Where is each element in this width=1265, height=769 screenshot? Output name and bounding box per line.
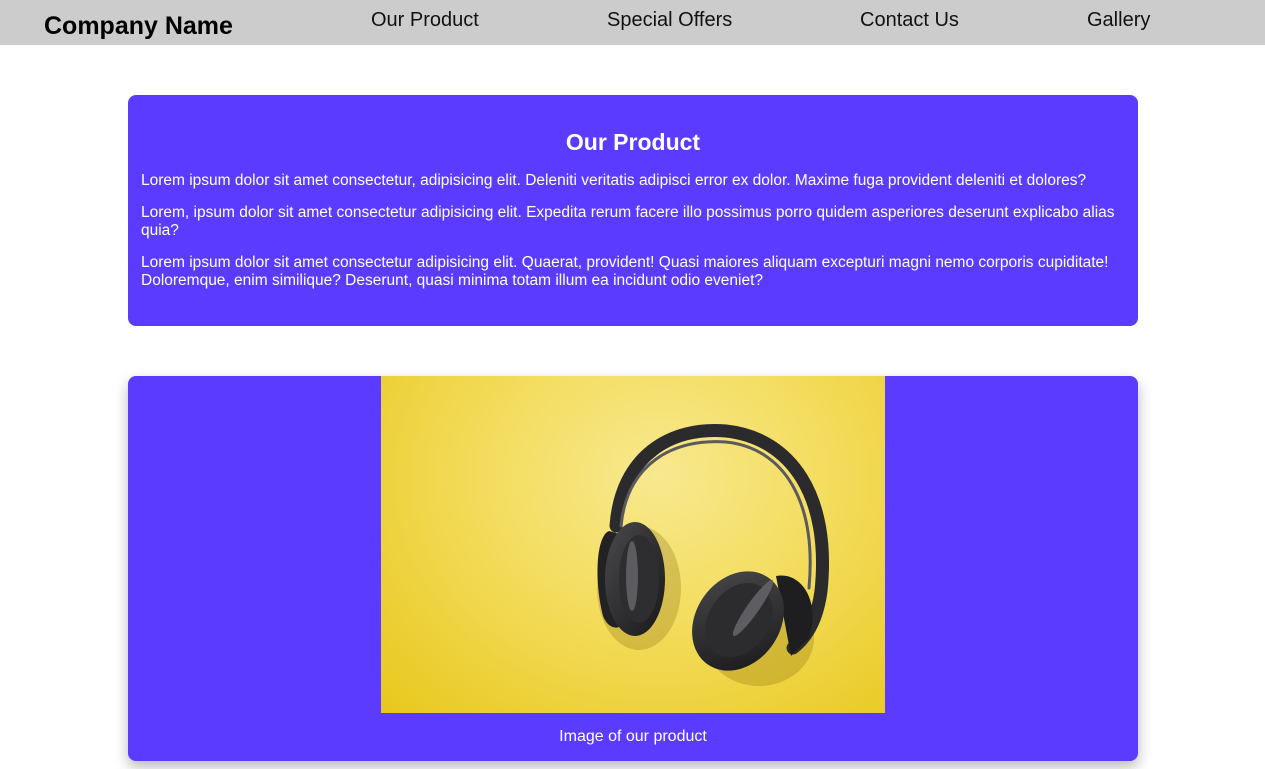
nav-link-gallery[interactable]: Gallery bbox=[1087, 7, 1150, 33]
navbar: Company Name Our Product Special Offers … bbox=[0, 0, 1265, 45]
product-image bbox=[381, 376, 885, 713]
nav-link-special-offers[interactable]: Special Offers bbox=[607, 7, 732, 33]
section-title: Our Product bbox=[565, 129, 701, 155]
nav-link-our-product[interactable]: Our Product bbox=[371, 7, 479, 33]
company-name[interactable]: Company Name bbox=[44, 10, 233, 42]
paragraph: Lorem, ipsum dolor sit amet consectetur … bbox=[141, 204, 1115, 239]
product-image-card: Image of our product bbox=[128, 376, 1138, 761]
paragraph: Lorem ipsum dolor sit amet consectetur, … bbox=[141, 172, 1087, 189]
product-description-card: Our Product Lorem ipsum dolor sit amet c… bbox=[128, 95, 1138, 326]
paragraph: Lorem ipsum dolor sit amet consectetur a… bbox=[141, 254, 1109, 289]
headphones-icon bbox=[597, 423, 829, 686]
nav-link-contact-us[interactable]: Contact Us bbox=[860, 7, 959, 33]
image-caption: Image of our product bbox=[559, 728, 707, 745]
